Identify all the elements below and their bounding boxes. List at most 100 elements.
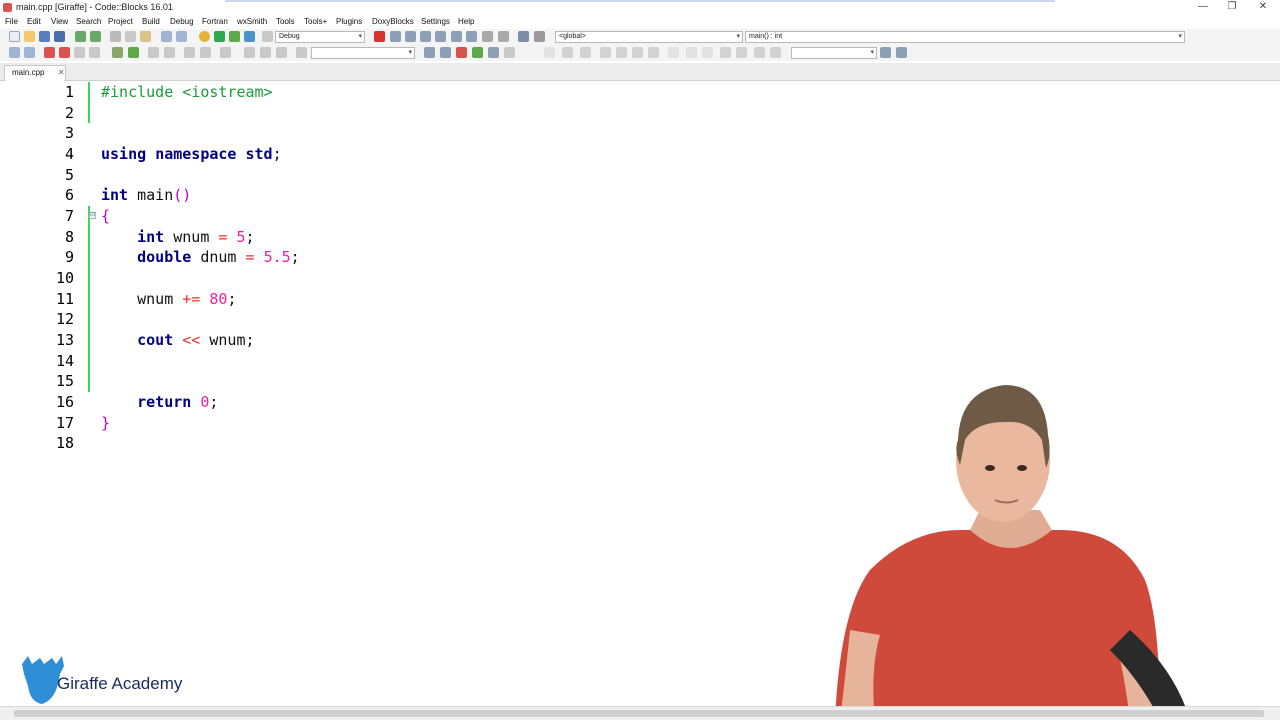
close-icon[interactable]: ✕: [58, 66, 65, 80]
copy-icon[interactable]: [125, 31, 136, 42]
view-icon-7[interactable]: [648, 47, 659, 58]
match-brace-icon[interactable]: [128, 47, 139, 58]
menu-tools[interactable]: Tools: [276, 17, 295, 26]
secondary-combo[interactable]: ▾: [791, 47, 877, 59]
bookmark-next-icon[interactable]: [74, 47, 85, 58]
menu-help[interactable]: Help: [458, 17, 474, 26]
nav-next-icon[interactable]: [440, 47, 451, 58]
view-icon-8[interactable]: [668, 47, 679, 58]
menu-wxsmith[interactable]: wxSmith: [237, 17, 267, 26]
bookmark-prev-icon[interactable]: [59, 47, 70, 58]
new-file-icon[interactable]: [9, 31, 20, 42]
menu-doxyblocks[interactable]: DoxyBlocks: [372, 17, 414, 26]
code-line[interactable]: 5: [0, 165, 1280, 186]
run-icon[interactable]: [214, 31, 225, 42]
highlight-red-icon[interactable]: [456, 47, 467, 58]
step-out-icon[interactable]: [435, 31, 446, 42]
close-window-button[interactable]: ✕: [1250, 1, 1276, 14]
menu-view[interactable]: View: [51, 17, 68, 26]
scrollbar-thumb[interactable]: [14, 710, 1264, 717]
view-icon-9[interactable]: [686, 47, 697, 58]
view-icon-3[interactable]: [580, 47, 591, 58]
jump-forward-icon[interactable]: [260, 47, 271, 58]
abort-icon[interactable]: [262, 31, 273, 42]
pause-icon[interactable]: [482, 31, 493, 42]
bookmark-toggle-icon[interactable]: [44, 47, 55, 58]
symbol-s-icon[interactable]: [754, 47, 765, 58]
cut-icon[interactable]: [110, 31, 121, 42]
code-line[interactable]: 4 using namespace std;: [0, 144, 1280, 165]
debug-continue-icon[interactable]: [374, 31, 385, 42]
menu-tools-plus[interactable]: Tools+: [304, 17, 327, 26]
menu-settings[interactable]: Settings: [421, 17, 450, 26]
restore-button[interactable]: ❐: [1219, 1, 1245, 14]
view-icon-10[interactable]: [702, 47, 713, 58]
redo-icon[interactable]: [90, 31, 101, 42]
back-icon[interactable]: [9, 47, 20, 58]
jump-back-icon[interactable]: [244, 47, 255, 58]
rebuild-icon[interactable]: [244, 31, 255, 42]
code-line[interactable]: 11 wnum += 80;: [0, 289, 1280, 310]
code-completion-icon[interactable]: [148, 47, 159, 58]
tab-main-cpp[interactable]: main.cpp ✕: [4, 65, 66, 81]
view-icon-6[interactable]: [632, 47, 643, 58]
search-combo[interactable]: ▾: [311, 47, 415, 59]
zoom-in-icon[interactable]: [720, 47, 731, 58]
code-line[interactable]: 12: [0, 309, 1280, 330]
code-line[interactable]: 8 int wnum = 5;: [0, 227, 1280, 248]
code-line[interactable]: 10: [0, 268, 1280, 289]
menu-project[interactable]: Project: [108, 17, 133, 26]
toggle-comment-icon[interactable]: [112, 47, 123, 58]
spell-check-icon[interactable]: [488, 47, 499, 58]
forward-icon[interactable]: [24, 47, 35, 58]
menu-build[interactable]: Build: [142, 17, 160, 26]
menu-search[interactable]: Search: [76, 17, 101, 26]
edit-tool-icon[interactable]: [220, 47, 231, 58]
code-line[interactable]: 1 #include <iostream>: [0, 82, 1280, 103]
open-icon[interactable]: [24, 31, 35, 42]
next-line-icon[interactable]: [405, 31, 416, 42]
menu-plugins[interactable]: Plugins: [336, 17, 362, 26]
build-and-run-icon[interactable]: [229, 31, 240, 42]
code-line[interactable]: 6 int main(): [0, 185, 1280, 206]
menu-fortran[interactable]: Fortran: [202, 17, 228, 26]
horizontal-scrollbar[interactable]: [0, 706, 1280, 720]
undo-icon[interactable]: [75, 31, 86, 42]
format-icon[interactable]: [504, 47, 515, 58]
jump-last-icon[interactable]: [276, 47, 287, 58]
highlight-green-icon[interactable]: [472, 47, 483, 58]
show-call-tip-icon[interactable]: [164, 47, 175, 58]
view-icon-2[interactable]: [562, 47, 573, 58]
find-icon[interactable]: [161, 31, 172, 42]
code-line[interactable]: 7{: [0, 206, 1280, 227]
code-line[interactable]: 3: [0, 123, 1280, 144]
stop-icon[interactable]: [498, 31, 509, 42]
code-line[interactable]: 13 cout << wnum;: [0, 330, 1280, 351]
code-line[interactable]: 14: [0, 351, 1280, 372]
view-icon-1[interactable]: [544, 47, 555, 58]
layout-icon[interactable]: [296, 47, 307, 58]
step-into-icon[interactable]: [420, 31, 431, 42]
bookmark-clear-icon[interactable]: [89, 47, 100, 58]
step-instruction-icon[interactable]: [466, 31, 477, 42]
menu-debug[interactable]: Debug: [170, 17, 194, 26]
replace-icon[interactable]: [176, 31, 187, 42]
save-all-icon[interactable]: [54, 31, 65, 42]
view-icon-5[interactable]: [616, 47, 627, 58]
view-icon-4[interactable]: [600, 47, 611, 58]
minimize-button[interactable]: —: [1190, 1, 1216, 14]
search-icon[interactable]: [880, 47, 891, 58]
build-icon[interactable]: [199, 31, 210, 42]
symbol-c-icon[interactable]: [770, 47, 781, 58]
scope-select[interactable]: <global> ▾: [555, 31, 743, 43]
zoom-out-icon[interactable]: [736, 47, 747, 58]
paste-icon[interactable]: [140, 31, 151, 42]
code-line[interactable]: 2: [0, 103, 1280, 124]
code-line[interactable]: 9 double dnum = 5.5;: [0, 247, 1280, 268]
select-icon[interactable]: [184, 47, 195, 58]
highlight-icon[interactable]: [200, 47, 211, 58]
settings-icon[interactable]: [896, 47, 907, 58]
build-target-select[interactable]: Debug ▾: [275, 31, 365, 43]
run-to-cursor-icon[interactable]: [390, 31, 401, 42]
debug-info-icon[interactable]: [534, 31, 545, 42]
